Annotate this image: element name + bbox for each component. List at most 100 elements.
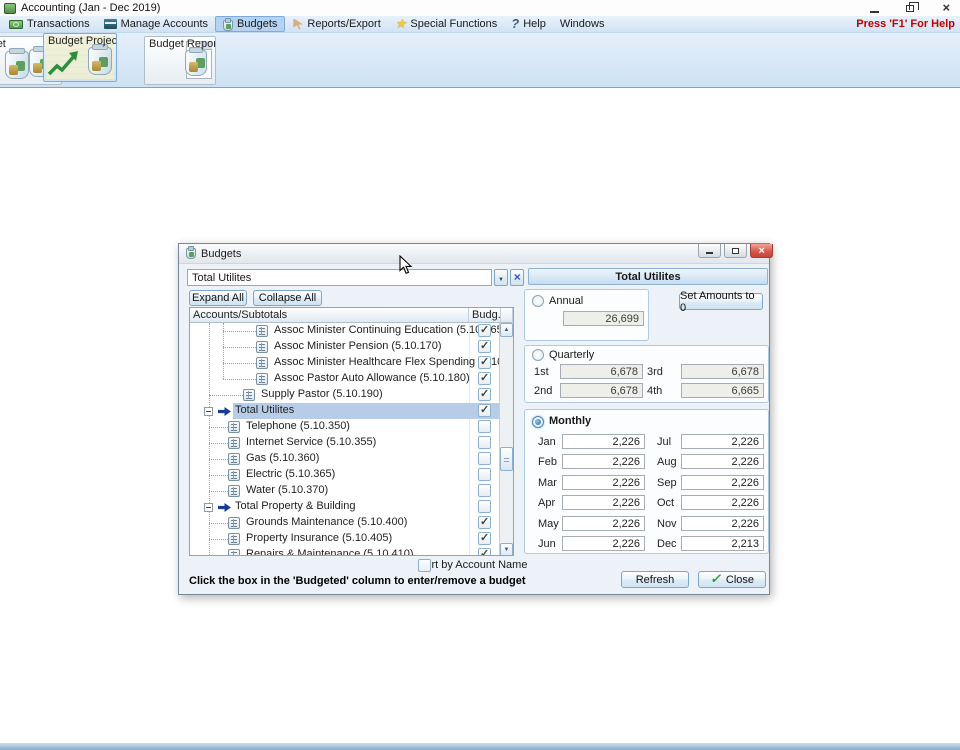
window-restore-button[interactable] [902, 1, 918, 15]
tree-connector [209, 523, 228, 524]
dialog-maximize-button[interactable] [724, 244, 747, 258]
menu-reports-export[interactable]: Reports/Export [285, 16, 387, 33]
tree-row[interactable]: Electric (5.10.365) [190, 467, 501, 483]
budget-checkbox[interactable] [478, 420, 491, 433]
dialog-minimize-button[interactable] [698, 244, 721, 258]
jar-icon [185, 50, 207, 76]
menu-budgets[interactable]: Budgets [215, 16, 285, 32]
close-dialog-button[interactable]: Close [698, 571, 766, 588]
budget-checkbox[interactable] [478, 468, 491, 481]
tree-row[interactable]: Water (5.10.370) [190, 483, 501, 499]
budget-checkbox[interactable] [478, 436, 491, 449]
month-field-nov[interactable]: 2,226 [681, 516, 764, 531]
selector-clear-button[interactable] [510, 269, 524, 286]
account-selector[interactable]: Total Utilites [187, 269, 492, 286]
menu-label: Budgets [237, 18, 277, 30]
refresh-button[interactable]: Refresh [621, 571, 689, 588]
window-minimize-button[interactable] [866, 1, 882, 15]
tree-row[interactable]: Assoc Minister Pension (5.10.170) [190, 339, 501, 355]
account-label: Telephone (5.10.350) [246, 421, 292, 432]
tree-connector [223, 363, 256, 364]
tree-row[interactable]: Telephone (5.10.350) [190, 419, 501, 435]
month-label: Aug [657, 456, 677, 468]
budget-checkbox[interactable] [478, 404, 491, 417]
scrollbar[interactable] [499, 323, 513, 556]
month-field-jun[interactable]: 2,226 [562, 536, 645, 551]
month-field-oct[interactable]: 2,226 [681, 495, 764, 510]
tree-row[interactable]: Assoc Minister Continuing Education (5.1… [190, 323, 501, 339]
budget-checkbox[interactable] [478, 388, 491, 401]
tree-row[interactable]: Internet Service (5.10.355) [190, 435, 501, 451]
sort-by-name-option[interactable]: Sort by Account Name [418, 559, 527, 571]
account-label: Total Property & Building [235, 501, 281, 512]
selected-account-header: Total Utilites [528, 268, 768, 285]
quarterly-group: Quarterly 1st6,6782nd6,6783rd6,6784th6,6… [524, 345, 769, 403]
toolbar-budget-projection-button[interactable]: Budget Projection [43, 33, 117, 82]
collapse-all-button[interactable]: Collapse All [253, 290, 322, 306]
tree-row[interactable]: Total Utilites [190, 403, 501, 419]
dialog-titlebar[interactable]: Budgets [179, 244, 769, 264]
month-field-jan[interactable]: 2,226 [562, 434, 645, 449]
month-label: Sep [657, 477, 677, 489]
menu-help[interactable]: Help [504, 16, 553, 33]
tree-row[interactable]: Grounds Maintenance (5.10.400) [190, 515, 501, 531]
account-label: Electric (5.10.365) [246, 469, 292, 480]
budget-checkbox[interactable] [478, 356, 491, 369]
tree-row[interactable]: Property Insurance (5.10.405) [190, 531, 501, 547]
tree-row[interactable]: Gas (5.10.360) [190, 451, 501, 467]
toolbar-budget-report-button[interactable]: Budget Report [144, 36, 216, 85]
list-header: Accounts/Subtotals Budg... [190, 308, 513, 323]
tree-row[interactable]: Supply Pastor (5.10.190) [190, 387, 501, 403]
month-field-may[interactable]: 2,226 [562, 516, 645, 531]
month-field-aug[interactable]: 2,226 [681, 454, 764, 469]
scroll-down-button[interactable] [500, 543, 513, 556]
budget-checkbox[interactable] [478, 548, 491, 556]
tree-row[interactable]: Repairs & Maintenance (5.10.410) [190, 547, 501, 556]
tree-connector [209, 555, 228, 556]
month-field-jul[interactable]: 2,226 [681, 434, 764, 449]
tree-row[interactable]: Total Property & Building [190, 499, 501, 515]
budget-checkbox[interactable] [478, 340, 491, 353]
account-icon [228, 453, 240, 465]
window-close-button[interactable]: × [938, 1, 954, 15]
budget-checkbox[interactable] [478, 324, 491, 337]
menu-special-functions[interactable]: Special Functions [388, 16, 504, 33]
menu-transactions[interactable]: Transactions [2, 16, 97, 33]
annual-radio[interactable] [532, 295, 544, 307]
collapse-toggle-icon[interactable] [204, 503, 213, 512]
menu-label: Manage Accounts [121, 18, 208, 30]
month-field-dec[interactable]: 2,213 [681, 536, 764, 551]
budget-checkbox[interactable] [478, 452, 491, 465]
menu-windows[interactable]: Windows [553, 16, 612, 33]
scrollbar-thumb[interactable] [500, 447, 513, 471]
budget-checkbox[interactable] [478, 500, 491, 513]
column-header-budgeted[interactable]: Budg... [469, 308, 501, 323]
budget-checkbox[interactable] [478, 484, 491, 497]
account-label: Assoc Pastor Auto Allowance (5.10.180) [274, 373, 320, 384]
account-label: Total Utilites [235, 405, 281, 416]
monthly-radio[interactable] [532, 416, 544, 428]
budget-checkbox[interactable] [478, 516, 491, 529]
column-header-accounts[interactable]: Accounts/Subtotals [190, 308, 469, 323]
scroll-up-button[interactable] [500, 323, 513, 337]
quarterly-radio[interactable] [532, 349, 544, 361]
selector-dropdown-button[interactable] [494, 269, 508, 286]
budget-checkbox[interactable] [478, 532, 491, 545]
month-field-apr[interactable]: 2,226 [562, 495, 645, 510]
account-icon [228, 533, 240, 545]
sort-checkbox[interactable] [418, 559, 431, 572]
collapse-toggle-icon[interactable] [204, 407, 213, 416]
expand-all-button[interactable]: Expand All [189, 290, 247, 306]
tree-row[interactable]: Assoc Pastor Auto Allowance (5.10.180) [190, 371, 501, 387]
tree-row[interactable]: Assoc Minister Healthcare Flex Spending … [190, 355, 501, 371]
month-field-feb[interactable]: 2,226 [562, 454, 645, 469]
monthly-group: Monthly Jan2,226Feb2,226Mar2,226Apr2,226… [524, 409, 769, 554]
dialog-close-button[interactable]: × [750, 244, 773, 258]
menu-manage-accounts[interactable]: Manage Accounts [97, 16, 215, 33]
month-field-mar[interactable]: 2,226 [562, 475, 645, 490]
set-amounts-to-zero-button[interactable]: Set Amounts to 0 [679, 293, 763, 310]
month-field-sep[interactable]: 2,226 [681, 475, 764, 490]
budget-checkbox[interactable] [478, 372, 491, 385]
month-label: Apr [538, 497, 555, 509]
quarter-label: 2nd [534, 385, 552, 397]
